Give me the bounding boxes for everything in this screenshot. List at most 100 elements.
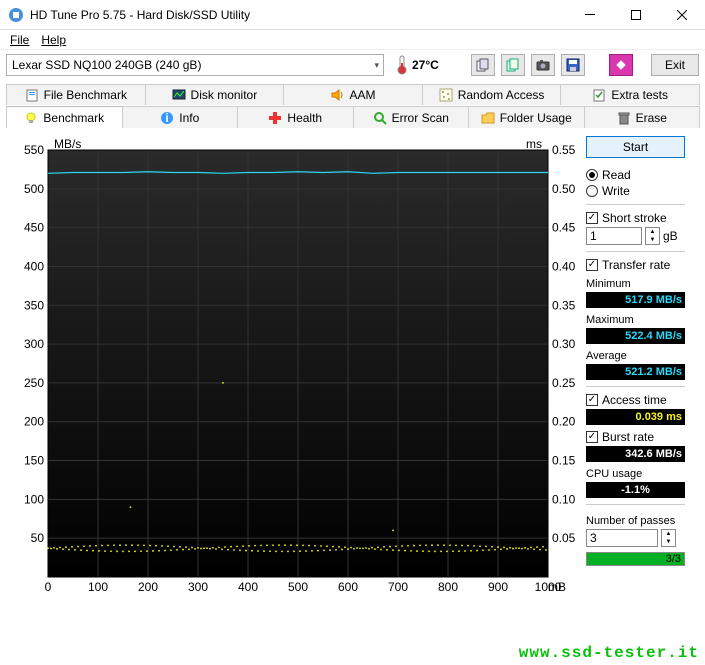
svg-text:800: 800 [438, 580, 458, 594]
svg-text:i: i [166, 111, 169, 125]
minimize-button[interactable] [567, 0, 613, 30]
svg-text:0.05: 0.05 [552, 531, 576, 545]
titlebar: HD Tune Pro 5.75 - Hard Disk/SSD Utility [0, 0, 705, 30]
tab-extra-tests[interactable]: Extra tests [560, 84, 700, 105]
short-stroke-value-input[interactable]: 1 [586, 227, 642, 245]
tab-benchmark[interactable]: Benchmark [6, 106, 123, 128]
average-value: 521.2 MB/s [586, 364, 685, 380]
access-time-checkbox[interactable]: Access time [586, 393, 685, 407]
tab-erase[interactable]: Erase [584, 106, 701, 128]
save-button[interactable] [561, 54, 585, 76]
short-stroke-spinner[interactable]: ▲▼ [645, 227, 660, 245]
tab-aam[interactable]: AAM [283, 84, 423, 105]
passes-spinner[interactable]: ▲▼ [661, 529, 676, 547]
menubar: File Help [0, 30, 705, 50]
random-icon [439, 88, 453, 102]
svg-text:900: 900 [488, 580, 508, 594]
copy-screenshot-button[interactable] [501, 54, 525, 76]
svg-text:450: 450 [24, 221, 44, 235]
svg-text:MB/s: MB/s [54, 137, 81, 151]
svg-text:0: 0 [45, 580, 52, 594]
temperature-display: 27°C [396, 55, 439, 75]
folder-icon [481, 111, 495, 125]
copy-info-button[interactable] [471, 54, 495, 76]
svg-text:100: 100 [88, 580, 108, 594]
svg-text:100: 100 [24, 492, 44, 506]
info-icon: i [160, 111, 174, 125]
window-title: HD Tune Pro 5.75 - Hard Disk/SSD Utility [30, 8, 567, 22]
drive-select[interactable]: Lexar SSD NQ100 240GB (240 gB) ▾ [6, 54, 384, 76]
menu-help[interactable]: Help [37, 33, 70, 47]
svg-text:150: 150 [24, 454, 44, 468]
radio-icon [586, 169, 598, 181]
svg-text:0.50: 0.50 [552, 182, 576, 196]
svg-text:50: 50 [31, 531, 45, 545]
passes-input[interactable]: 3 [586, 529, 658, 547]
checkbox-icon [586, 259, 598, 271]
exit-button[interactable]: Exit [651, 54, 699, 76]
svg-text:300: 300 [188, 580, 208, 594]
lens-icon [373, 111, 387, 125]
watermark: www.ssd-tester.it [519, 644, 699, 662]
tab-error-scan[interactable]: Error Scan [353, 106, 470, 128]
thermometer-icon [396, 55, 408, 75]
cpu-label: CPU usage [586, 468, 685, 480]
drive-select-value: Lexar SSD NQ100 240GB (240 gB) [12, 58, 201, 72]
minimum-label: Minimum [586, 278, 685, 290]
svg-text:550: 550 [24, 143, 44, 157]
short-stroke-checkbox[interactable]: Short stroke [586, 211, 685, 225]
plus-icon [268, 111, 282, 125]
svg-text:400: 400 [24, 259, 44, 273]
trash-icon [617, 111, 631, 125]
transfer-rate-checkbox[interactable]: Transfer rate [586, 258, 685, 272]
svg-text:0.40: 0.40 [552, 259, 576, 273]
file-icon [25, 88, 39, 102]
burst-rate-value: 342.6 MB/s [586, 446, 685, 462]
read-radio[interactable]: Read [586, 168, 685, 182]
extra-icon [592, 88, 606, 102]
tab-folder-usage[interactable]: Folder Usage [468, 106, 585, 128]
svg-text:0.10: 0.10 [552, 492, 576, 506]
tab-file-benchmark[interactable]: File Benchmark [6, 84, 146, 105]
start-button[interactable]: Start [586, 136, 685, 158]
svg-text:ms: ms [526, 137, 542, 151]
svg-text:mB: mB [548, 580, 566, 594]
menu-file[interactable]: File [6, 33, 33, 47]
write-radio[interactable]: Write [586, 184, 685, 198]
tab-health[interactable]: Health [237, 106, 354, 128]
svg-text:200: 200 [24, 415, 44, 429]
close-button[interactable] [659, 0, 705, 30]
maximum-value: 522.4 MB/s [586, 328, 685, 344]
tab-disk-monitor[interactable]: Disk monitor [145, 84, 285, 105]
minimum-value: 517.9 MB/s [586, 292, 685, 308]
svg-text:0.30: 0.30 [552, 337, 576, 351]
checkbox-icon [586, 431, 598, 443]
svg-text:350: 350 [24, 298, 44, 312]
app-icon [8, 7, 24, 23]
toolbar: Lexar SSD NQ100 240GB (240 gB) ▾ 27°C Ex… [0, 50, 705, 80]
tab-info[interactable]: iInfo [122, 106, 239, 128]
tabs: File BenchmarkDisk monitorAAMRandom Acce… [6, 84, 699, 128]
temperature-value: 27°C [412, 58, 439, 72]
short-stroke-unit: gB [663, 229, 678, 243]
options-button[interactable] [609, 54, 633, 76]
progress-text: 3/3 [666, 553, 681, 565]
progress-bar: 3/3 [586, 552, 685, 566]
svg-text:250: 250 [24, 376, 44, 390]
access-time-value: 0.039 ms [586, 409, 685, 425]
svg-text:500: 500 [288, 580, 308, 594]
checkbox-icon [586, 394, 598, 406]
svg-text:600: 600 [338, 580, 358, 594]
tab-random-access[interactable]: Random Access [422, 84, 562, 105]
content-area: 50 100 150 200 250 300 350 400 450 500 550 0.05 0.10… [0, 128, 705, 605]
speaker-icon [330, 88, 344, 102]
average-label: Average [586, 350, 685, 362]
burst-rate-checkbox[interactable]: Burst rate [586, 430, 685, 444]
side-panel: Start Read Write Short stroke 1 ▲▼ gB Tr… [586, 136, 685, 601]
radio-icon [586, 185, 598, 197]
chevron-down-icon: ▾ [374, 60, 379, 71]
maximize-button[interactable] [613, 0, 659, 30]
maximum-label: Maximum [586, 314, 685, 326]
benchmark-chart: 50 100 150 200 250 300 350 400 450 500 550 0.05 0.10… [8, 136, 580, 601]
screenshot-button[interactable] [531, 54, 555, 76]
